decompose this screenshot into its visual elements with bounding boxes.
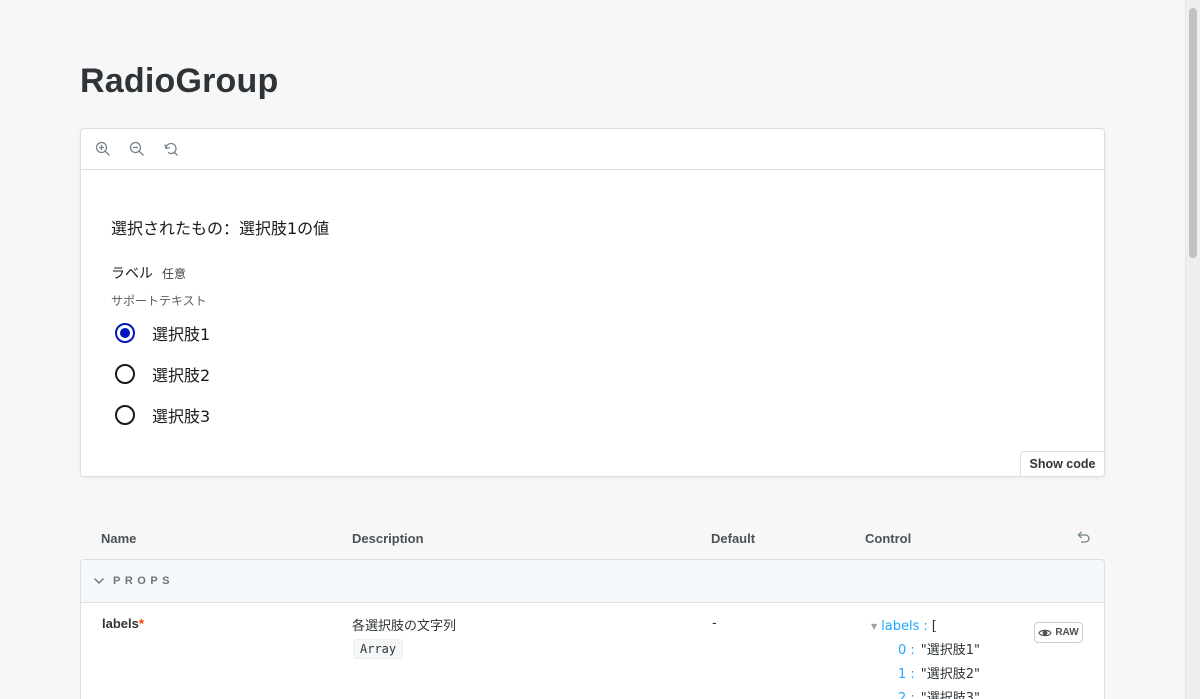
zoom-in-icon[interactable] bbox=[93, 139, 113, 159]
json-value[interactable]: "選択肢2" bbox=[921, 663, 980, 687]
json-object-control[interactable]: ▼ labels : [ 0 : "選択肢1" 1 : "選択肢2" 2 : "… bbox=[871, 615, 980, 699]
vertical-scrollbar[interactable] bbox=[1185, 0, 1200, 699]
zoom-out-icon[interactable] bbox=[127, 139, 147, 159]
radio-option-1[interactable]: 選択肢1 bbox=[115, 321, 210, 345]
radio-option-label: 選択肢1 bbox=[152, 325, 211, 344]
optional-badge: 任意 bbox=[162, 267, 187, 281]
json-index: 0 : bbox=[898, 643, 915, 658]
radio-group-legend: ラベル 任意 bbox=[111, 263, 186, 283]
radio-option-2[interactable]: 選択肢2 bbox=[115, 362, 210, 386]
chevron-down-icon bbox=[94, 578, 104, 584]
prop-name: labels* bbox=[102, 616, 144, 631]
column-header-control: Control bbox=[865, 531, 912, 546]
radio-option-3[interactable]: 選択肢3 bbox=[115, 403, 210, 427]
json-key: labels bbox=[881, 619, 920, 634]
args-table: PROPS labels* 各選択肢の文字列 Array - ▼ labels … bbox=[80, 559, 1105, 699]
storybook-docs-page: RadioGroup 選択されたもの：選択肢1の値 ラベル 任意 サポートテキス… bbox=[0, 0, 1200, 699]
json-array-item[interactable]: 1 : "選択肢2" bbox=[871, 663, 980, 687]
prop-default: - bbox=[712, 616, 717, 631]
radio-group-label: ラベル bbox=[111, 266, 153, 282]
json-array-item[interactable]: 0 : "選択肢1" bbox=[871, 639, 980, 663]
show-code-button[interactable]: Show code bbox=[1020, 451, 1105, 477]
required-indicator: * bbox=[138, 616, 144, 631]
json-root-toggle[interactable]: ▼ labels : [ bbox=[871, 615, 980, 639]
json-separator: : bbox=[923, 619, 928, 634]
radio-button[interactable] bbox=[115, 364, 135, 384]
selected-value-text: 選択されたもの：選択肢1の値 bbox=[111, 219, 330, 238]
support-text: サポートテキスト bbox=[111, 294, 207, 308]
radio-button[interactable] bbox=[115, 405, 135, 425]
radio-option-label: 選択肢2 bbox=[152, 366, 211, 385]
raw-label: RAW bbox=[1055, 627, 1079, 638]
page-title: RadioGroup bbox=[80, 62, 279, 100]
json-value[interactable]: "選択肢3" bbox=[921, 687, 980, 699]
column-header-name: Name bbox=[101, 531, 137, 546]
reset-zoom-icon[interactable] bbox=[161, 139, 181, 159]
scrollbar-thumb[interactable] bbox=[1189, 8, 1197, 258]
column-header-description: Description bbox=[352, 531, 424, 546]
json-index: 1 : bbox=[898, 667, 915, 682]
prop-description: 各選択肢の文字列 bbox=[352, 619, 457, 634]
table-row: labels* 各選択肢の文字列 Array - ▼ labels : [ 0 … bbox=[81, 603, 1104, 699]
props-section-toggle[interactable]: PROPS bbox=[81, 560, 1104, 603]
radio-button-checked[interactable] bbox=[115, 323, 135, 343]
reset-controls-icon[interactable] bbox=[1075, 529, 1093, 547]
prop-name-text: labels bbox=[102, 616, 139, 631]
args-table-header: Name Description Default Control bbox=[80, 525, 1105, 553]
story-preview-canvas: 選択されたもの：選択肢1の値 ラベル 任意 サポートテキスト 選択肢1 選択肢2… bbox=[80, 128, 1105, 477]
column-header-default: Default bbox=[711, 531, 756, 546]
radio-option-label: 選択肢3 bbox=[152, 407, 211, 426]
json-value[interactable]: "選択肢1" bbox=[921, 639, 980, 663]
caret-down-icon: ▼ bbox=[871, 622, 878, 631]
eye-icon bbox=[1038, 629, 1053, 636]
preview-toolbar bbox=[81, 129, 1104, 170]
raw-toggle-button[interactable]: RAW bbox=[1034, 622, 1083, 643]
prop-type-badge: Array bbox=[353, 639, 404, 659]
json-array-item[interactable]: 2 : "選択肢3" bbox=[871, 687, 980, 699]
json-index: 2 : bbox=[898, 691, 915, 699]
json-open-bracket: [ bbox=[931, 619, 937, 634]
section-label: PROPS bbox=[113, 575, 175, 587]
